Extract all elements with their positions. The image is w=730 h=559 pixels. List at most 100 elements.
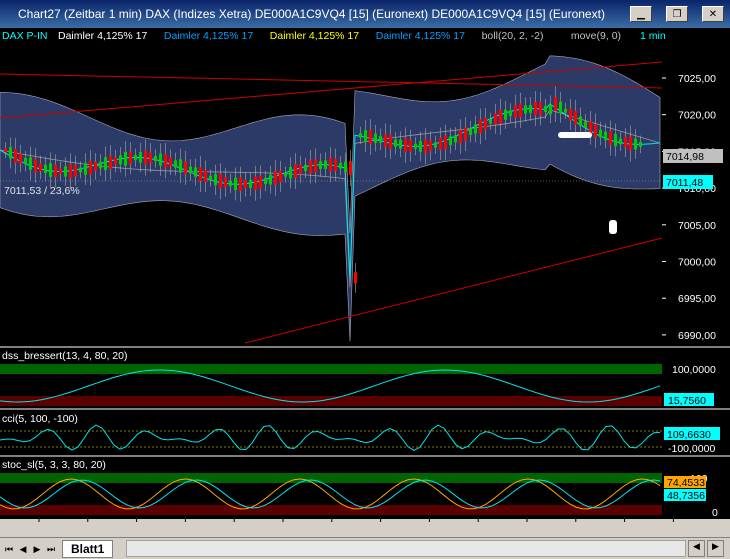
candle [564, 108, 567, 113]
candle [519, 103, 522, 118]
dss-value: 15,7560 [668, 395, 706, 407]
candle [74, 165, 77, 177]
candle [219, 174, 222, 189]
candle [639, 141, 642, 147]
candle [199, 167, 202, 182]
candle [109, 155, 112, 169]
candle [349, 161, 352, 176]
candle [169, 157, 172, 167]
candle [614, 133, 617, 147]
price-tick-label: 7020,00 [678, 110, 716, 122]
candle [204, 170, 207, 183]
candle [509, 110, 512, 116]
candle [224, 177, 227, 188]
upper-price-tag: 7014,98 [666, 151, 704, 163]
window-titlebar: Chart27 (Zeitbar 1 min) DAX (Indizes Xet… [0, 0, 730, 28]
candle [359, 133, 362, 138]
candle [494, 113, 497, 125]
candle [584, 121, 587, 128]
candle [89, 160, 92, 175]
legend-interval: 1 min [640, 30, 666, 42]
candle [269, 174, 272, 185]
candle [364, 130, 367, 143]
candle [574, 110, 577, 125]
cci-title: cci(5, 100, -100) [2, 413, 78, 425]
candle [409, 139, 412, 152]
scroll-left-icon[interactable]: ◀ [688, 540, 705, 557]
candle [209, 175, 212, 181]
candle [284, 172, 287, 177]
first-sheet-icon[interactable]: ⏮ [3, 542, 15, 556]
candle [249, 179, 252, 188]
candle [334, 158, 337, 172]
restore-button[interactable]: ❐ [666, 6, 688, 22]
candle [214, 174, 217, 186]
candle [569, 108, 572, 121]
close-button[interactable]: ✕ [702, 6, 724, 22]
candle [339, 162, 342, 169]
prev-sheet-icon[interactable]: ◀ [17, 542, 29, 556]
legend-item: Daimler 4,125% 17 [376, 30, 465, 42]
close-icon: ✕ [708, 8, 718, 20]
candle [354, 272, 357, 284]
candle [474, 124, 477, 134]
candle [579, 116, 582, 127]
candle [399, 139, 402, 149]
next-sheet-icon[interactable]: ▶ [31, 542, 43, 556]
candle [189, 166, 192, 174]
candle [299, 164, 302, 175]
candle [369, 130, 372, 144]
stoc-v1: 74,4533 [667, 477, 705, 489]
candle [79, 167, 82, 173]
candle [534, 101, 537, 116]
horizontal-scrollbar[interactable] [126, 540, 686, 557]
candle [459, 129, 462, 144]
candle [454, 134, 457, 143]
candle [304, 164, 307, 172]
candle [559, 101, 562, 114]
legend-item: Daimler 4,125% 17 [164, 30, 253, 42]
candle [254, 176, 257, 190]
cci-minus: -100,0000 [668, 443, 715, 455]
candle [529, 104, 532, 113]
candle [84, 163, 87, 175]
candle [429, 140, 432, 152]
candle [479, 119, 482, 134]
price-tick-label: 7025,00 [678, 73, 716, 85]
candle [464, 127, 467, 141]
candle [379, 135, 382, 143]
candle [599, 129, 602, 138]
stoc-v2: 48,7356 [667, 490, 705, 502]
candle [64, 166, 67, 177]
legend-item: boll(20, 2, -2) [482, 30, 544, 42]
candle [69, 164, 72, 179]
price-tick-label: 6990,00 [678, 330, 716, 342]
dss-title: dss_bressert(13, 4, 80, 20) [2, 350, 127, 362]
candle [489, 119, 492, 124]
candle [119, 155, 122, 165]
candle [629, 136, 632, 151]
candle [374, 133, 377, 143]
price-tick-label: 7005,00 [678, 220, 716, 232]
candle [124, 151, 127, 166]
candle [59, 168, 62, 175]
minimize-button[interactable]: ▁ [630, 6, 652, 22]
candle [324, 160, 327, 169]
candle [159, 153, 162, 166]
sheet-tab-blatt1[interactable]: Blatt1 [62, 540, 114, 558]
scroll-right-icon[interactable]: ▶ [707, 540, 724, 557]
minimize-icon: ▁ [637, 8, 645, 20]
candle [29, 157, 32, 170]
candle [604, 131, 607, 141]
trading-chart[interactable]: DAX P-IN Daimler 4,125% 17 Daimler 4,125%… [0, 28, 730, 522]
last-sheet-icon[interactable]: ⏭ [45, 542, 57, 556]
legend-item: move(9, 0) [571, 30, 621, 42]
candle [314, 159, 317, 173]
candle [19, 153, 22, 164]
sheet-tab-bar: ⏮ ◀ ▶ ⏭ Blatt1 ◀ ▶ [0, 537, 730, 559]
candle [389, 135, 392, 149]
dss-max: 100,0000 [672, 364, 716, 376]
candle [174, 160, 177, 168]
candle [469, 128, 472, 135]
restore-icon: ❐ [672, 8, 682, 20]
